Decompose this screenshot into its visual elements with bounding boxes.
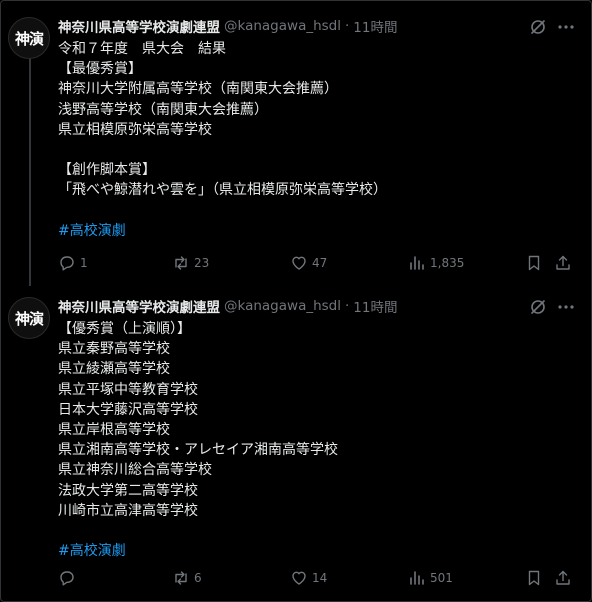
bookmark-button[interactable] bbox=[525, 566, 543, 590]
reply-button[interactable]: 1 bbox=[58, 251, 88, 275]
tweet-line: 県立相模原弥栄高等学校 bbox=[58, 121, 212, 138]
timestamp[interactable]: 11時間 bbox=[353, 16, 397, 36]
repost-button[interactable]: 23 bbox=[172, 251, 209, 275]
tweet-line: 令和７年度 県大会 結果 bbox=[58, 41, 226, 57]
tweet-line: 日本大学藤沢高等学校 bbox=[58, 401, 198, 418]
tweet-line: 【創作脚本賞】 bbox=[58, 162, 156, 179]
user-handle[interactable]: @kanagawa_hsdl bbox=[224, 298, 341, 314]
tweet-line: 神奈川大学附属高等学校（南関東大会推薦） bbox=[58, 81, 338, 98]
repost-icon bbox=[175, 256, 187, 270]
separator-dot: · bbox=[345, 298, 350, 314]
tweet-line: 【最優秀賞】 bbox=[58, 61, 142, 78]
user-handle[interactable]: @kanagawa_hsdl bbox=[224, 18, 341, 34]
tweet-actions: 6 14 501 bbox=[58, 566, 582, 590]
tweet-line: 【優秀賞（上演順）】 bbox=[58, 321, 191, 337]
tweet-line: 法政大学第二高等学校 bbox=[58, 482, 198, 499]
tweet-line: 県立湘南高等学校・アレセイア湘南高等学校 bbox=[58, 442, 338, 459]
tweet-line: 県立岸根高等学校 bbox=[58, 421, 170, 438]
tweet-text: 【優秀賞（上演順）】 県立秦野高等学校 県立綾瀬高等学校 県立平塚中等教育学校 … bbox=[58, 319, 578, 561]
like-icon bbox=[292, 571, 306, 585]
tweet-text: 令和７年度 県大会 結果 【最優秀賞】 神奈川大学附属高等学校（南関東大会推薦）… bbox=[58, 39, 578, 241]
more-icon[interactable] bbox=[556, 17, 576, 37]
repost-count: 23 bbox=[194, 256, 210, 270]
tweet-line: 川崎市立高津高等学校 bbox=[58, 502, 198, 519]
reply-count: 1 bbox=[80, 256, 88, 270]
avatar[interactable]: 神演 bbox=[8, 297, 50, 339]
hashtag-link[interactable]: #高校演劇 bbox=[58, 221, 578, 241]
avatar[interactable]: 神演 bbox=[8, 17, 50, 59]
reply-button[interactable] bbox=[58, 566, 80, 590]
reply-icon bbox=[60, 256, 74, 271]
display-name[interactable]: 神奈川県高等学校演劇連盟 bbox=[58, 16, 220, 36]
grok-icon[interactable] bbox=[528, 297, 548, 317]
tweet-line: 県立平塚中等教育学校 bbox=[58, 381, 198, 398]
thread-connector-line bbox=[29, 54, 31, 286]
tweet[interactable]: 神演 神奈川県高等学校演劇連盟 @kanagawa_hsdl · 11時間 令和… bbox=[0, 8, 592, 288]
bookmark-button[interactable] bbox=[525, 251, 543, 275]
tweet-header: 神奈川県高等学校演劇連盟 @kanagawa_hsdl · 11時間 bbox=[58, 16, 397, 36]
grok-icon[interactable] bbox=[528, 17, 548, 37]
hashtag-link[interactable]: #高校演劇 bbox=[58, 541, 578, 561]
tweet-actions: 1 23 47 1,835 bbox=[58, 251, 582, 275]
tweet-header: 神奈川県高等学校演劇連盟 @kanagawa_hsdl · 11時間 bbox=[58, 296, 397, 316]
separator-dot: · bbox=[345, 18, 350, 34]
views-count: 1,835 bbox=[430, 256, 465, 270]
views-icon bbox=[410, 571, 424, 585]
bookmark-icon bbox=[528, 255, 540, 271]
like-button[interactable]: 47 bbox=[290, 251, 327, 275]
more-icon[interactable] bbox=[556, 297, 576, 317]
like-button[interactable]: 14 bbox=[290, 566, 327, 590]
repost-icon bbox=[175, 571, 187, 585]
tweet-line: 「飛べや鯨潜れや雲を」（県立相模原弥栄高等学校） bbox=[58, 182, 387, 199]
repost-button[interactable]: 6 bbox=[172, 566, 202, 590]
repost-count: 6 bbox=[194, 571, 202, 585]
like-count: 47 bbox=[312, 256, 328, 270]
reply-icon bbox=[60, 571, 74, 586]
tweet-line: 県立秦野高等学校 bbox=[58, 341, 170, 358]
share-button[interactable] bbox=[554, 251, 572, 275]
views-button[interactable]: 1,835 bbox=[408, 251, 464, 275]
timestamp[interactable]: 11時間 bbox=[353, 296, 397, 316]
tweet[interactable]: 神演 神奈川県高等学校演劇連盟 @kanagawa_hsdl · 11時間 【優… bbox=[0, 288, 592, 602]
tweet-line: 県立神奈川総合高等学校 bbox=[58, 462, 212, 479]
display-name[interactable]: 神奈川県高等学校演劇連盟 bbox=[58, 296, 220, 316]
views-button[interactable]: 501 bbox=[408, 566, 453, 590]
like-count: 14 bbox=[312, 571, 328, 585]
tweet-line: 浅野高等学校（南関東大会推薦） bbox=[58, 101, 268, 118]
share-icon bbox=[556, 570, 570, 585]
share-icon bbox=[556, 255, 570, 270]
tweet-line: 県立綾瀬高等学校 bbox=[58, 361, 170, 378]
tweet-line bbox=[58, 140, 578, 160]
tweet-line bbox=[58, 521, 578, 541]
like-icon bbox=[292, 256, 306, 270]
share-button[interactable] bbox=[554, 566, 572, 590]
tweet-line bbox=[58, 201, 578, 221]
bookmark-icon bbox=[528, 570, 540, 586]
views-count: 501 bbox=[430, 571, 453, 585]
views-icon bbox=[410, 256, 424, 270]
